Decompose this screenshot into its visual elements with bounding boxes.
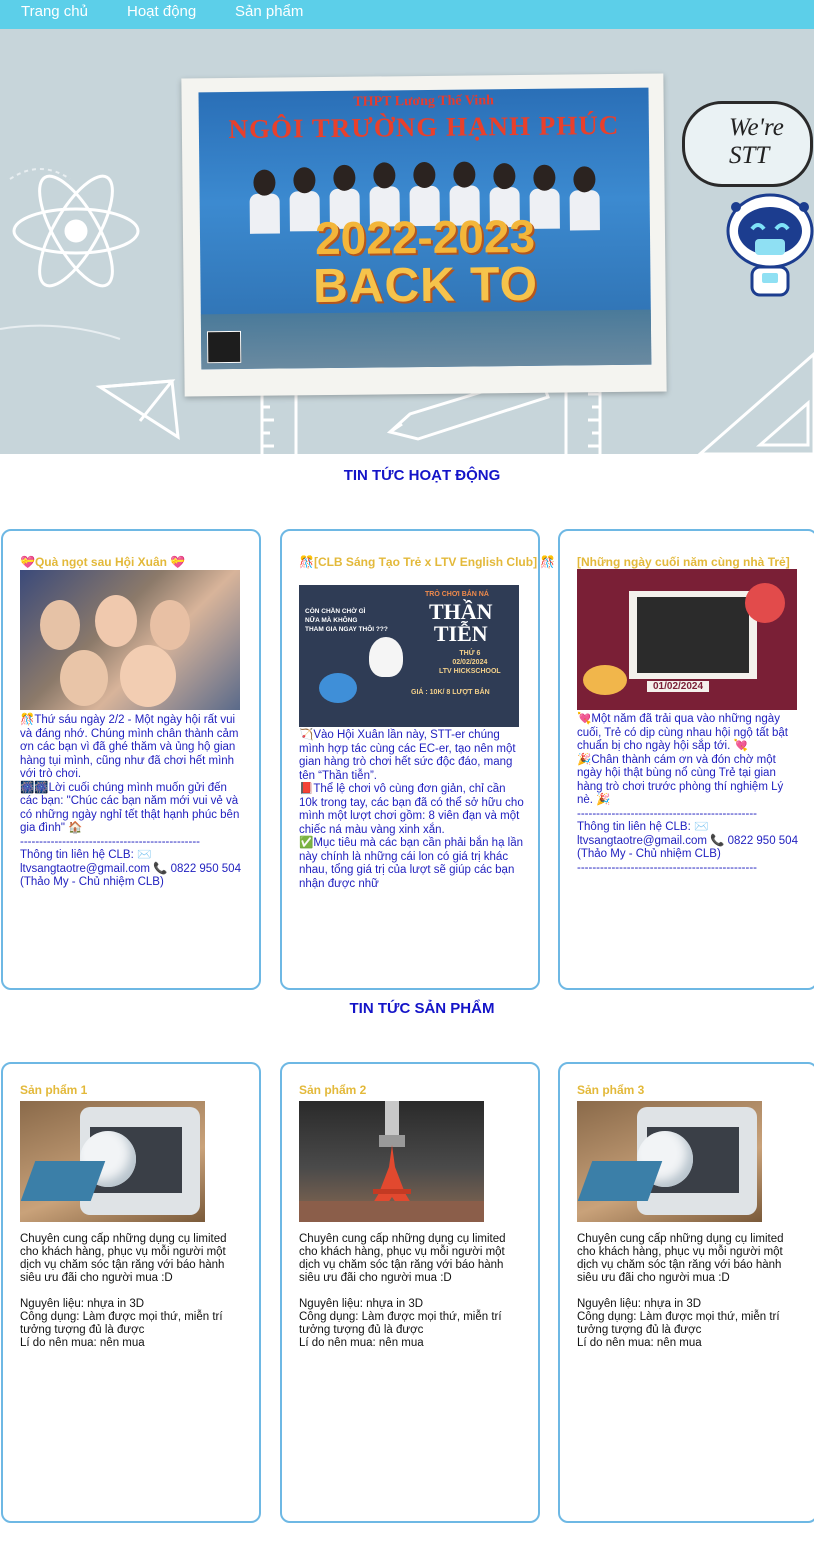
product-card-3[interactable]: Sản phẩm 3 Chuyên cung cấp những dụng cụ… bbox=[558, 1062, 814, 1523]
product-material: Nguyên liệu: nhựa in 3D bbox=[577, 1298, 702, 1310]
product-material: Nguyên liệu: nhựa in 3D bbox=[299, 1298, 424, 1310]
news-card-image[interactable]: 01/02/2024 bbox=[577, 569, 797, 710]
photo-school-name: THPT Lương Thế Vinh bbox=[353, 93, 494, 110]
news-contact: Thông tin liên hệ CLB: ✉️ ltvsangtaotre@… bbox=[577, 821, 798, 860]
product-title: Sản phẩm 2 bbox=[299, 1083, 367, 1097]
product-usage: Công dụng: Làm được mọi thứ, miễn trí tư… bbox=[20, 1311, 223, 1336]
news-card-body: 💘Một năm đã trải qua vào những ngày cuối… bbox=[577, 713, 802, 875]
photo-headline: NGÔI TRƯỜNG HẠNH PHÚC bbox=[228, 109, 620, 145]
school-logo-icon bbox=[206, 330, 242, 364]
image-date-text: 01/02/2024 bbox=[647, 681, 710, 692]
nav-products-link[interactable]: Sản phẩm bbox=[235, 3, 303, 20]
product-title: Sản phẩm 1 bbox=[20, 1083, 88, 1097]
poster-text: THAM GIA NGAY THÔI ??? bbox=[305, 626, 388, 633]
product-image[interactable] bbox=[299, 1101, 484, 1222]
robot-mascot-icon bbox=[726, 193, 814, 297]
news-divider: ----------------------------------------… bbox=[20, 835, 200, 848]
news-card-title: 💝Quà ngọt sau Hội Xuân 💝 bbox=[20, 555, 186, 569]
news-paragraph: 📕Thể lệ chơi vô cùng đơn giản, chỉ cần 1… bbox=[299, 783, 524, 836]
top-nav: Trang chủ Hoạt động Sản phẩm bbox=[0, 0, 814, 29]
poster-text: LTV HICKSCHOOL bbox=[439, 668, 501, 675]
products-section-title: TIN TỨC SẢN PHẨM bbox=[349, 1000, 495, 1017]
poster-text: NỮA MÀ KHÔNG bbox=[305, 617, 358, 624]
product-body: Chuyên cung cấp những dụng cụ limited ch… bbox=[577, 1233, 802, 1350]
news-paragraph: ✅Mục tiêu mà các bạn cần phải bắn hạ lần… bbox=[299, 837, 524, 890]
atom-icon bbox=[12, 174, 140, 288]
poster-text: GIÁ : 10K/ 8 LƯỢT BẮN bbox=[411, 689, 490, 696]
news-card-2[interactable]: 🎊[CLB Sáng Tạo Trẻ x LTV English Club] 🎊… bbox=[280, 529, 555, 990]
poster-text: 02/02/2024 bbox=[452, 659, 488, 666]
news-paragraph: 🎆🎆Lời cuối chúng mình muốn gửi đến các b… bbox=[20, 781, 240, 835]
nav-activities-link[interactable]: Hoạt động bbox=[127, 3, 196, 20]
product-card-2[interactable]: Sản phẩm 2 Chuyên cung cấp những dụng cụ… bbox=[280, 1062, 540, 1523]
news-paragraph: 🎉Chân thành cám ơn và đón chờ một ngày h… bbox=[577, 753, 784, 807]
product-reason: Lí do nên mua: nên mua bbox=[577, 1337, 702, 1349]
product-usage: Công dụng: Làm được mọi thứ, miễn trí tư… bbox=[577, 1311, 780, 1336]
news-card-1[interactable]: 💝Quà ngọt sau Hội Xuân 💝 🎊Thứ sáu ngày 2… bbox=[1, 529, 261, 990]
news-divider: ----------------------------------------… bbox=[577, 861, 757, 874]
triangle-ruler-icon bbox=[697, 352, 814, 454]
speech-bubble: We're STT bbox=[682, 101, 813, 187]
hero-photo: THPT Lương Thế Vinh NGÔI TRƯỜNG HẠNH PHÚ… bbox=[198, 87, 652, 370]
hero-banner: THPT Lương Thế Vinh NGÔI TRƯỜNG HẠNH PHÚ… bbox=[0, 29, 814, 454]
news-card-body: 🏹Vào Hội Xuân lần này, STT-er chúng mình… bbox=[299, 729, 524, 891]
product-body: Chuyên cung cấp những dụng cụ limited ch… bbox=[20, 1233, 245, 1350]
news-paragraph: 🏹Vào Hội Xuân lần này, STT-er chúng mình… bbox=[299, 729, 516, 782]
news-section-title: TIN TỨC HOẠT ĐỘNG bbox=[343, 467, 501, 484]
product-image[interactable] bbox=[20, 1101, 205, 1222]
news-card-3[interactable]: [Những ngày cuối năm cùng nhà Trẻ] 01/02… bbox=[558, 529, 814, 990]
news-card-image[interactable]: CÒN CHẦN CHỜ GÌ NỮA MÀ KHÔNG THAM GIA NG… bbox=[299, 585, 519, 727]
poster-text: THỨ 6 bbox=[459, 650, 481, 657]
bubble-line-1: We're bbox=[729, 114, 784, 141]
news-card-title: 🎊[CLB Sáng Tạo Trẻ x LTV English Club] 🎊 bbox=[299, 555, 556, 569]
poster-text: TIỄN bbox=[433, 621, 488, 646]
product-description: Chuyên cung cấp những dụng cụ limited ch… bbox=[577, 1233, 784, 1284]
paper-plane-icon bbox=[95, 379, 180, 440]
product-reason: Lí do nên mua: nên mua bbox=[20, 1337, 145, 1349]
news-card-title: [Những ngày cuối năm cùng nhà Trẻ] bbox=[577, 555, 790, 569]
poster-text: TRÒ CHƠI BẮN NÁ bbox=[425, 591, 489, 598]
poster-text: CÒN CHẦN CHỜ GÌ bbox=[305, 608, 366, 615]
product-description: Chuyên cung cấp những dụng cụ limited ch… bbox=[20, 1233, 227, 1284]
nav-home-link[interactable]: Trang chủ bbox=[21, 3, 88, 20]
product-image[interactable] bbox=[577, 1101, 762, 1222]
news-contact: Thông tin liên hệ CLB: ✉️ ltvsangtaotre@… bbox=[20, 849, 241, 888]
news-paragraph: 🎊Thứ sáu ngày 2/2 - Một ngày hội rất vui… bbox=[20, 714, 239, 780]
product-body: Chuyên cung cấp những dụng cụ limited ch… bbox=[299, 1233, 524, 1350]
product-material: Nguyên liệu: nhựa in 3D bbox=[20, 1298, 145, 1310]
product-usage: Công dụng: Làm được mọi thứ, miễn trí tư… bbox=[299, 1311, 502, 1336]
bubble-line-2: STT bbox=[729, 142, 770, 169]
hero-photo-frame: THPT Lương Thế Vinh NGÔI TRƯỜNG HẠNH PHÚ… bbox=[181, 73, 667, 397]
product-title: Sản phẩm 3 bbox=[577, 1083, 645, 1097]
news-card-body: 🎊Thứ sáu ngày 2/2 - Một ngày hội rất vui… bbox=[20, 714, 245, 890]
news-paragraph: 💘Một năm đã trải qua vào những ngày cuối… bbox=[577, 713, 788, 752]
product-card-1[interactable]: Sản phẩm 1 Chuyên cung cấp những dụng cụ… bbox=[1, 1062, 261, 1523]
product-description: Chuyên cung cấp những dụng cụ limited ch… bbox=[299, 1233, 506, 1284]
poster-text: THẦN bbox=[429, 599, 493, 624]
news-card-image[interactable] bbox=[20, 570, 240, 710]
product-reason: Lí do nên mua: nên mua bbox=[299, 1337, 424, 1349]
news-divider: ----------------------------------------… bbox=[577, 807, 757, 820]
